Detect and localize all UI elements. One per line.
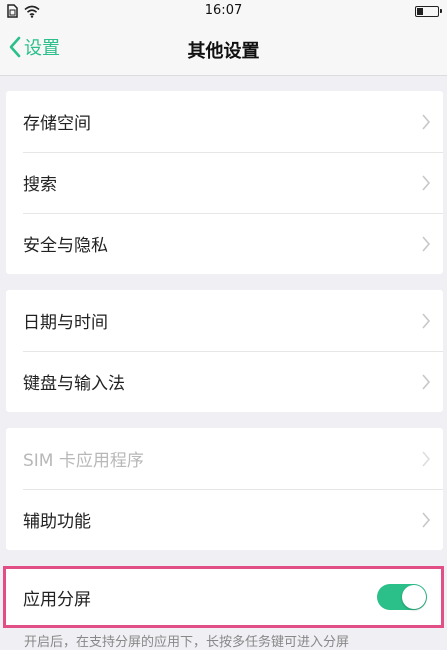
chevron-right-icon [422,312,431,329]
nav-bar: 设置 其他设置 [0,24,447,76]
chevron-right-icon [422,113,431,130]
row-label: 键盘与输入法 [23,374,125,394]
chevron-right-icon [422,373,431,390]
row-storage[interactable]: 存储空间 [6,91,443,152]
row-search[interactable]: 搜索 [6,152,443,213]
status-bar: 16:07 [0,0,447,24]
row-date-time[interactable]: 日期与时间 [6,290,443,351]
row-label: 存储空间 [23,114,91,134]
row-sim-apps: SIM 卡应用程序 [6,428,443,489]
settings-group-3: SIM 卡应用程序 辅助功能 [6,428,443,550]
row-accessibility[interactable]: 辅助功能 [6,489,443,550]
battery-icon [415,6,442,17]
chevron-right-icon [422,174,431,191]
chevron-right-icon [422,511,431,528]
chevron-right-icon [422,450,431,467]
split-screen-footnote: 开启后，在支持分屏的应用下，长按多任务键可进入分屏 [24,635,350,650]
settings-group-1: 存储空间 搜索 安全与隐私 [6,91,443,274]
split-screen-highlight: 应用分屏 [3,566,444,628]
row-label: 辅助功能 [23,512,91,532]
row-label: 安全与隐私 [23,236,108,256]
row-label: 日期与时间 [23,313,108,333]
row-label: 搜索 [23,175,57,195]
split-screen-toggle[interactable] [377,584,427,610]
battery-level [417,8,423,15]
settings-group-2: 日期与时间 键盘与输入法 [6,290,443,412]
toggle-knob [402,585,426,609]
row-label: 应用分屏 [23,589,91,610]
page-title: 其他设置 [187,41,260,62]
chevron-right-icon [422,235,431,252]
row-security-privacy[interactable]: 安全与隐私 [6,213,443,274]
row-split-screen: 应用分屏 [6,569,441,625]
status-time: 16:07 [204,3,243,18]
row-keyboard-input[interactable]: 键盘与输入法 [6,351,443,412]
row-label: SIM 卡应用程序 [23,451,144,471]
